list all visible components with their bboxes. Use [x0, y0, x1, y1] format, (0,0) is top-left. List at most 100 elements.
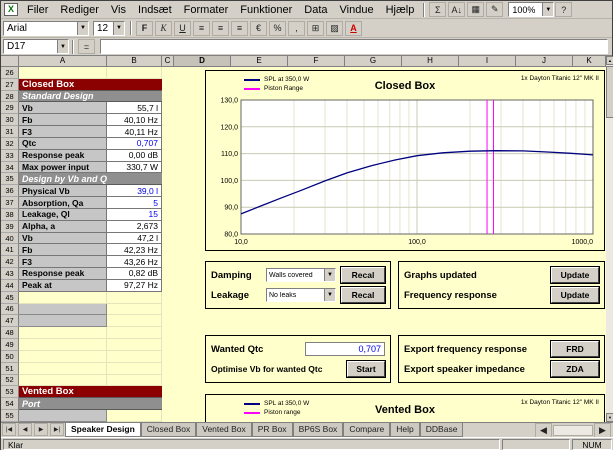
cell-A27[interactable]: Closed Box	[19, 78, 162, 91]
cell-A48[interactable]	[19, 327, 107, 340]
row-header-35[interactable]: 35	[1, 173, 19, 186]
cell-B47[interactable]	[107, 315, 162, 328]
wanted-qtc-value[interactable]: 0,707	[305, 342, 385, 356]
sheet-tab-closed-box[interactable]: Closed Box	[140, 423, 197, 437]
chevron-down-icon[interactable]: ▼	[113, 21, 124, 35]
cell-B32[interactable]: 0,707	[107, 137, 162, 150]
currency-style-icon[interactable]: €	[250, 20, 267, 36]
cell-A34[interactable]: Max power input	[19, 161, 107, 174]
column-header-K[interactable]: K	[573, 56, 606, 67]
cell-A45[interactable]	[19, 291, 107, 304]
damping-dropdown[interactable]: Walls covered ▼	[266, 268, 336, 282]
cell-A49[interactable]	[19, 339, 107, 351]
export-zda-button[interactable]: ZDA	[550, 360, 600, 378]
row-header-30[interactable]: 30	[1, 114, 19, 127]
column-header-H[interactable]: H	[402, 56, 459, 67]
cell-A31[interactable]: F3	[19, 126, 107, 138]
row-header-39[interactable]: 39	[1, 220, 19, 233]
cell-A30[interactable]: Fb	[19, 114, 107, 127]
row-header-37[interactable]: 37	[1, 197, 19, 209]
cell-B33[interactable]: 0,00 dB	[107, 149, 162, 162]
cell-A47[interactable]	[19, 315, 107, 328]
cell-A35[interactable]: Design by Vb and Q	[19, 173, 162, 186]
cell-A51[interactable]	[19, 362, 107, 375]
vertical-scrollbar[interactable]: ▲ ▼	[606, 56, 613, 422]
cell-B26[interactable]	[107, 67, 162, 79]
formula-input[interactable]	[100, 39, 608, 54]
cell-A53[interactable]: Vented Box	[19, 386, 162, 399]
chevron-down-icon[interactable]: ▼	[57, 40, 68, 53]
row-header-55[interactable]: 55	[1, 410, 19, 422]
column-header-B[interactable]: B	[107, 56, 162, 67]
frequency-response-update-button[interactable]: Update	[550, 286, 600, 304]
menu-indst[interactable]: Indsæt	[132, 2, 178, 18]
autosum-icon[interactable]: Σ	[429, 2, 447, 17]
fill-color-icon[interactable]: ▨	[326, 20, 343, 36]
cell-A36[interactable]: Physical Vb	[19, 185, 107, 198]
sheet-tab-compare[interactable]: Compare	[343, 423, 391, 437]
cell-B49[interactable]	[107, 339, 162, 351]
scroll-left-icon[interactable]: ◀	[535, 422, 552, 438]
cell-B44[interactable]: 97,27 Hz	[107, 279, 162, 292]
cell-A37[interactable]: Absorption, Qa	[19, 197, 107, 209]
menu-hjlp[interactable]: Hjælp	[380, 2, 421, 18]
row-header-32[interactable]: 32	[1, 137, 19, 150]
cell-B46[interactable]	[107, 303, 162, 316]
cell-A39[interactable]: Alpha, a	[19, 220, 107, 233]
column-header-G[interactable]: G	[345, 56, 402, 67]
column-header-F[interactable]: F	[288, 56, 345, 67]
chevron-down-icon[interactable]: ▼	[542, 3, 554, 16]
edit-formula-icon[interactable]: =	[78, 39, 95, 54]
borders-icon[interactable]: ⊞	[307, 20, 324, 36]
row-header-54[interactable]: 54	[1, 398, 19, 411]
cell-B41[interactable]: 42,23 Hz	[107, 244, 162, 257]
cell-A55[interactable]	[19, 410, 107, 422]
sheet-tab-speaker-design[interactable]: Speaker Design	[65, 423, 141, 437]
align-left-icon[interactable]: ≡	[193, 20, 210, 36]
row-header-50[interactable]: 50	[1, 350, 19, 363]
cell-A46[interactable]	[19, 303, 107, 316]
menu-data[interactable]: Data	[298, 2, 333, 18]
column-header-J[interactable]: J	[516, 56, 573, 67]
sheet-tab-bp6s-box[interactable]: BP6S Box	[292, 423, 344, 437]
row-header-36[interactable]: 36	[1, 185, 19, 198]
row-header-49[interactable]: 49	[1, 339, 19, 351]
cell-A38[interactable]: Leakage, Ql	[19, 208, 107, 221]
select-all-corner[interactable]	[1, 56, 19, 67]
zoom-combo[interactable]: 100% ▼	[508, 2, 555, 17]
cell-A28[interactable]: Standard Design	[19, 90, 162, 103]
cell-B42[interactable]: 43,26 Hz	[107, 256, 162, 269]
drawing-icon[interactable]: ✎	[486, 2, 504, 17]
cell-B36[interactable]: 39,0 l	[107, 185, 162, 198]
cell-A32[interactable]: Qtc	[19, 137, 107, 150]
last-sheet-icon[interactable]: ▶|	[50, 423, 64, 436]
sheet-tab-help[interactable]: Help	[390, 423, 420, 437]
horizontal-scrollbar[interactable]: ◀ ▶	[534, 422, 613, 438]
cell-B37[interactable]: 5	[107, 197, 162, 209]
menu-formater[interactable]: Formater	[178, 2, 235, 18]
row-header-38[interactable]: 38	[1, 208, 19, 221]
row-header-45[interactable]: 45	[1, 291, 19, 304]
row-header-27[interactable]: 27	[1, 78, 19, 91]
cell-A29[interactable]: Vb	[19, 102, 107, 115]
name-box[interactable]: D17 ▼	[3, 39, 69, 54]
column-header-A[interactable]: A	[19, 56, 107, 67]
row-header-28[interactable]: 28	[1, 90, 19, 103]
cell-A44[interactable]: Peak at	[19, 279, 107, 292]
scroll-down-icon[interactable]: ▼	[606, 413, 613, 422]
row-header-51[interactable]: 51	[1, 362, 19, 375]
menu-rediger[interactable]: Rediger	[54, 2, 105, 18]
percent-style-icon[interactable]: %	[269, 20, 286, 36]
font-name-combo[interactable]: Arial ▼	[3, 20, 89, 36]
cell-B40[interactable]: 47,2 l	[107, 232, 162, 245]
cell-A43[interactable]: Response peak	[19, 268, 107, 280]
row-header-40[interactable]: 40	[1, 232, 19, 245]
cell-A54[interactable]: Port	[19, 398, 162, 411]
italic-icon[interactable]: K	[155, 20, 172, 36]
row-header-31[interactable]: 31	[1, 126, 19, 138]
row-header-44[interactable]: 44	[1, 279, 19, 292]
cell-A26[interactable]	[19, 67, 107, 79]
row-header-41[interactable]: 41	[1, 244, 19, 257]
chevron-down-icon[interactable]: ▼	[324, 289, 335, 301]
cell-A33[interactable]: Response peak	[19, 149, 107, 162]
